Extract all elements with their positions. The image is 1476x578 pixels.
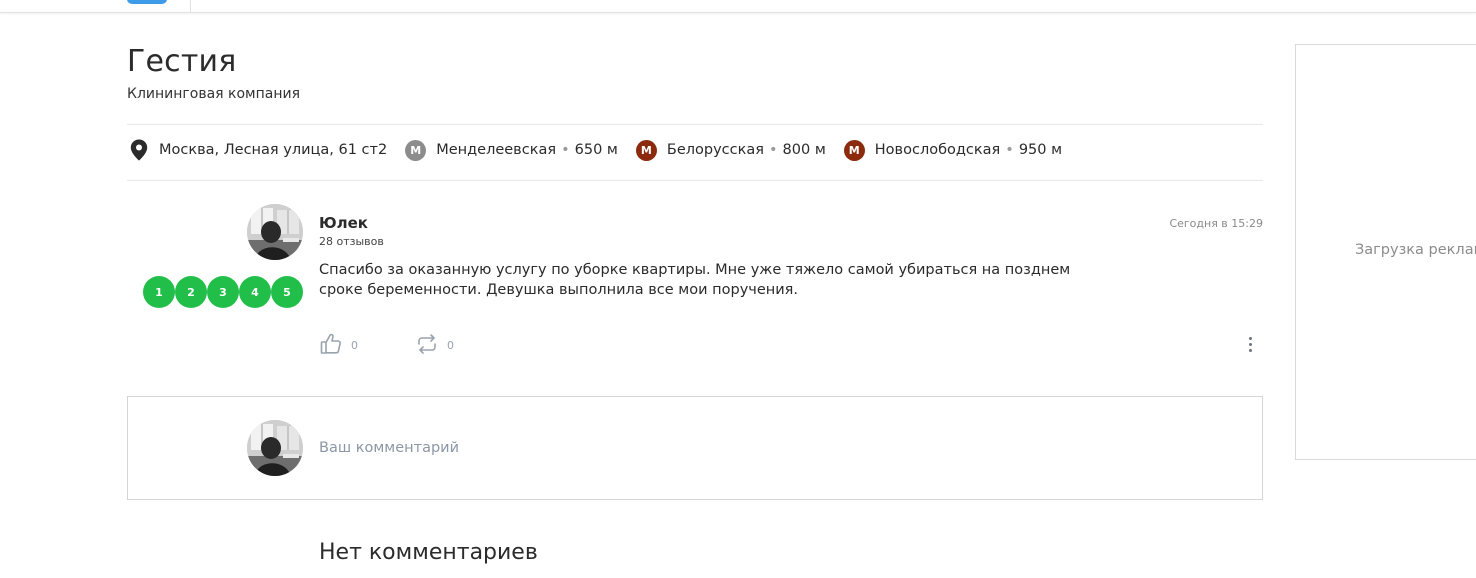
rating-5-button[interactable]: 5 xyxy=(271,276,303,308)
thumbs-up-icon xyxy=(319,332,343,359)
ad-loading-text: Загрузка реклам xyxy=(1355,242,1476,258)
rating-selector: 1 2 3 4 5 xyxy=(143,276,303,308)
metro-station-novoslobodskaya[interactable]: М Новослободская • 950 м xyxy=(843,139,1063,161)
review-text: Спасибо за оказанную услугу по уборке кв… xyxy=(319,262,1071,298)
map-pin-icon xyxy=(127,138,151,162)
repost-button[interactable]: 0 xyxy=(415,332,454,359)
metro-station-name: Новослободская xyxy=(874,142,1001,158)
like-button[interactable]: 0 xyxy=(319,332,358,359)
author-name[interactable]: Юлек xyxy=(319,214,368,232)
metro-distance: 950 м xyxy=(1018,142,1063,158)
rating-1-button[interactable]: 1 xyxy=(143,276,175,308)
rating-4-button[interactable]: 4 xyxy=(239,276,271,308)
like-count: 0 xyxy=(351,339,358,352)
metro-distance: 650 м xyxy=(574,142,618,158)
separator-dot: • xyxy=(1005,142,1014,158)
review-timestamp: Сегодня в 15:29 xyxy=(1169,217,1263,230)
rating-2-button[interactable]: 2 xyxy=(175,276,207,308)
company-name: Гестия xyxy=(127,44,237,79)
company-type: Клининговая компания xyxy=(127,86,301,102)
more-options-icon[interactable] xyxy=(1240,332,1260,356)
metro-station-name: Белорусская xyxy=(666,142,764,158)
site-logo[interactable] xyxy=(127,0,167,4)
rating-3-button[interactable]: 3 xyxy=(207,276,239,308)
no-comments-label: Нет комментариев xyxy=(319,540,538,565)
divider-top xyxy=(127,124,1263,125)
metro-icon: М xyxy=(843,139,865,161)
metro-station-mendeleevskaya[interactable]: М Менделеевская • 650 м xyxy=(405,139,618,161)
current-user-avatar xyxy=(247,420,303,476)
nav-divider xyxy=(190,0,191,12)
top-navigation-bar xyxy=(0,0,1476,13)
metro-icon: М xyxy=(405,139,427,161)
metro-icon: М xyxy=(635,139,657,161)
repost-count: 0 xyxy=(447,339,454,352)
metro-distance: 800 м xyxy=(782,142,826,158)
author-avatar[interactable] xyxy=(247,204,303,260)
address-text[interactable]: Москва, Лесная улица, 61 ст2 xyxy=(159,142,387,158)
repost-icon xyxy=(415,332,439,359)
author-reviews-count[interactable]: 28 отзывов xyxy=(319,235,384,248)
location-row: Москва, Лесная улица, 61 ст2 М Менделеев… xyxy=(127,138,1062,162)
separator-dot: • xyxy=(768,142,778,158)
separator-dot: • xyxy=(561,142,570,158)
metro-station-belorusskaya[interactable]: М Белорусская • 800 м xyxy=(635,139,826,161)
comment-input[interactable] xyxy=(319,436,1219,460)
divider-bottom xyxy=(127,180,1263,181)
metro-station-name: Менделеевская xyxy=(436,142,557,158)
